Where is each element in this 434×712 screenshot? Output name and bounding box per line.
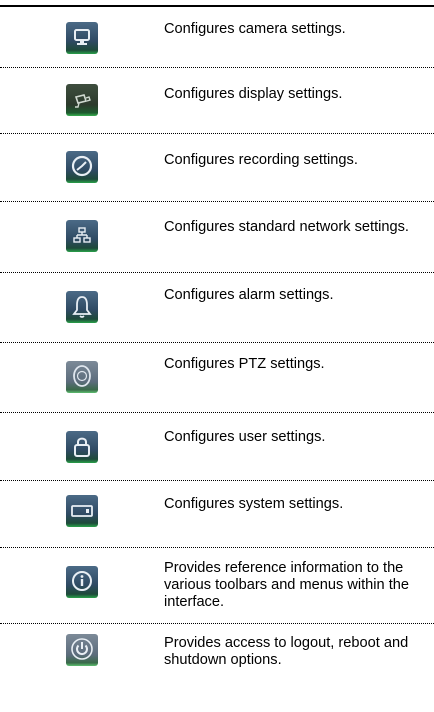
table-row-display: Configures display settings. [0, 68, 434, 134]
table-row-info: Provides reference information to the va… [0, 548, 434, 624]
row-description: Configures recording settings. [164, 152, 358, 168]
row-description: Provides reference information to the va… [164, 560, 409, 610]
table-row-user: Configures user settings. [0, 413, 434, 481]
row-description: Provides access to logout, reboot and sh… [164, 635, 409, 668]
row-description: Configures user settings. [164, 429, 326, 445]
row-description: Configures standard network settings. [164, 219, 409, 235]
icon-cell [0, 343, 164, 412]
settings-icon-table: Configures camera settings. Configures d… [0, 7, 434, 700]
icon-cell [0, 7, 164, 67]
camera-icon [66, 84, 98, 116]
bell-icon [66, 291, 98, 323]
user-lock-icon [66, 431, 98, 463]
table-row-ptz: Configures PTZ settings. [0, 343, 434, 413]
icon-cell [0, 273, 164, 342]
icon-cell [0, 548, 164, 623]
table-row-network: Configures standard network settings. [0, 202, 434, 273]
table-row-recording: Configures recording settings. [0, 134, 434, 202]
table-row-camera: Configures camera settings. [0, 7, 434, 68]
table-row-power: Provides access to logout, reboot and sh… [0, 624, 434, 700]
icon-cell [0, 413, 164, 480]
table-row-alarm: Configures alarm settings. [0, 273, 434, 343]
row-description: Configures system settings. [164, 496, 344, 512]
icon-cell [0, 202, 164, 272]
network-icon [66, 220, 98, 252]
icon-cell [0, 68, 164, 133]
row-description: Configures alarm settings. [164, 287, 334, 303]
row-description: Configures camera settings. [164, 21, 346, 37]
dvr-device-icon [66, 495, 98, 527]
row-description: Configures PTZ settings. [164, 356, 325, 372]
icon-cell [0, 481, 164, 547]
monitor-icon [66, 22, 98, 54]
info-icon [66, 566, 98, 598]
table-row-system: Configures system settings. [0, 481, 434, 548]
icon-cell [0, 134, 164, 201]
ptz-dome-icon [66, 361, 98, 393]
clock-icon [66, 151, 98, 183]
power-icon [66, 634, 98, 666]
row-description: Configures display settings. [164, 86, 343, 102]
icon-cell [0, 624, 164, 700]
